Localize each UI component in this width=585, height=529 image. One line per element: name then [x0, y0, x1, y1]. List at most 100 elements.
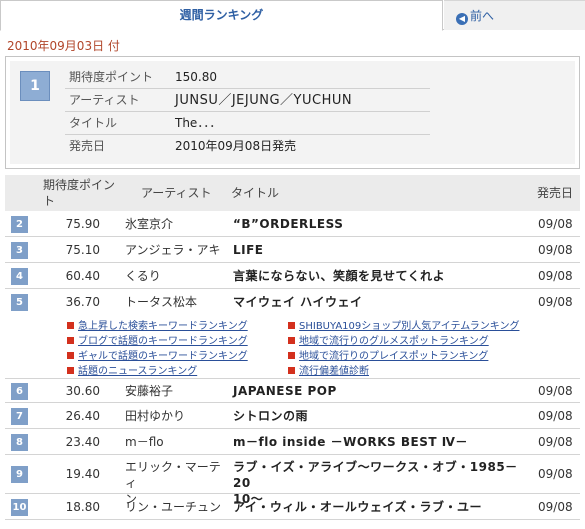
row-points: 19.40	[65, 467, 100, 481]
link-label: 急上昇した検索キーワードランキング	[78, 321, 248, 332]
row-artist[interactable]: トータス松本	[125, 290, 225, 315]
rank-number: 6	[11, 383, 28, 400]
table-row[interactable]: 7 26.40 田村ゆかり シトロンの雨 09/08	[5, 404, 580, 429]
feature-row-release: 発売日 2010年09月08日発売	[65, 135, 430, 158]
feature-row-artist: アーティスト JUNSU／JEJUNG／YUCHUN	[65, 89, 430, 112]
row-release: 09/08	[538, 467, 573, 481]
tab-weekly-ranking[interactable]: 週間ランキング	[0, 0, 443, 31]
link-label: 流行偏差値診断	[299, 366, 369, 377]
row-release: 09/08	[538, 243, 573, 257]
back-arrow-icon: ◀	[456, 13, 468, 25]
table-row[interactable]: 6 30.60 安藤裕子 JAPANESE POP 09/08	[5, 378, 580, 403]
row-artist[interactable]: くるり	[125, 264, 225, 289]
top-ranking-panel: 1 期待度ポイント 150.80 アーティスト JUNSU／JEJUNG／YUC…	[10, 61, 575, 164]
header-title: タイトル	[231, 186, 280, 200]
feature-value: 2010年09月08日発売	[175, 139, 297, 153]
bullet-icon	[288, 367, 295, 374]
row-release: 09/08	[538, 435, 573, 449]
row-title[interactable]: 言葉にならない、笑顔を見せてくれよ	[233, 264, 533, 289]
row-points: 26.40	[65, 409, 100, 423]
feature-row-title: タイトル The．．．	[65, 112, 430, 135]
row-release: 09/08	[538, 269, 573, 283]
bullet-icon	[288, 322, 295, 329]
table-row[interactable]: 10 18.80 リン・ユーチュン アイ・ウィル・オールウェイズ・ラブ・ユー 0…	[5, 495, 580, 520]
row-title[interactable]: m－flo inside －WORKS BEST Ⅳ－	[233, 430, 533, 455]
row-artist[interactable]: 田村ゆかり	[125, 404, 225, 429]
header-artist: アーティスト	[141, 186, 212, 200]
row-release: 09/08	[538, 384, 573, 398]
row-artist[interactable]: 氷室京介	[125, 212, 225, 237]
row-points: 23.40	[65, 435, 100, 449]
row-artist[interactable]: 安藤裕子	[125, 379, 225, 404]
rank-number: 7	[11, 408, 28, 425]
row-artist-line: エリック・マーティ	[125, 460, 221, 490]
rank-number: 3	[11, 242, 28, 259]
feature-value: The．．．	[175, 116, 222, 130]
bullet-icon	[67, 337, 74, 344]
tab-bar: 週間ランキング ◀ 前へ	[0, 0, 585, 31]
link-label: 地域で流行りのグルメスポットランキング	[299, 336, 489, 347]
row-points: 36.70	[65, 295, 100, 309]
table-row[interactable]: 8 23.40 m－flo m－flo inside －WORKS BEST Ⅳ…	[5, 430, 580, 455]
rank-number: 4	[11, 268, 28, 285]
bullet-icon	[288, 337, 295, 344]
rank-badge: 1	[20, 71, 50, 101]
row-release: 09/08	[538, 500, 573, 514]
header-points: 期待度ポイント	[43, 178, 116, 208]
row-title[interactable]: アイ・ウィル・オールウェイズ・ラブ・ユー	[233, 495, 533, 520]
link-trend-diagnosis[interactable]: 流行偏差値診断	[288, 362, 369, 377]
row-artist[interactable]: アンジェラ・アキ	[125, 238, 225, 263]
row-points: 30.60	[65, 384, 100, 398]
feature-row-points: 期待度ポイント 150.80	[65, 66, 430, 89]
link-gourmet-spot-ranking[interactable]: 地域で流行りのグルメスポットランキング	[288, 332, 489, 347]
table-row[interactable]: 9 19.40 エリック・マーティン ラブ・イズ・アライブ～ワークス・オブ・19…	[5, 456, 580, 506]
rank-number: 8	[11, 434, 28, 451]
rank-number: 10	[11, 499, 28, 516]
back-link[interactable]: ◀ 前へ	[444, 0, 585, 30]
rank-number: 9	[11, 466, 28, 483]
related-links: 急上昇した検索キーワードランキング SHIBUYA109ショップ別人気アイテムラ…	[0, 317, 575, 380]
top-ranking-card: 1 期待度ポイント 150.80 アーティスト JUNSU／JEJUNG／YUC…	[5, 56, 580, 169]
header-release: 発売日	[537, 186, 574, 200]
back-link-label: 前へ	[470, 9, 495, 23]
table-header: 期待度ポイント アーティスト タイトル 発売日	[5, 175, 580, 211]
row-points: 75.90	[65, 217, 100, 231]
link-label: ブログで話題のキーワードランキング	[78, 336, 248, 347]
rank-number: 2	[11, 216, 28, 233]
rank-number: 5	[11, 294, 28, 311]
row-title[interactable]: JAPANESE POP	[233, 379, 533, 404]
row-title[interactable]: “B”ORDERLESS	[233, 212, 533, 237]
feature-value: 150.80	[175, 70, 217, 84]
feature-label: アーティスト	[69, 93, 140, 107]
feature-label: タイトル	[69, 116, 118, 130]
row-release: 09/08	[538, 409, 573, 423]
link-search-keyword-ranking[interactable]: 急上昇した検索キーワードランキング	[67, 317, 248, 332]
link-label: 地域で流行りのプレイスポットランキング	[299, 351, 489, 362]
link-play-spot-ranking[interactable]: 地域で流行りのプレイスポットランキング	[288, 347, 488, 362]
table-row[interactable]: 2 75.90 氷室京介 “B”ORDERLESS 09/08	[5, 212, 580, 237]
feature-label: 発売日	[69, 139, 106, 153]
link-news-ranking[interactable]: 話題のニュースランキング	[67, 362, 197, 377]
ranking-date: 2010年09月03日 付	[7, 39, 120, 53]
link-gal-keyword-ranking[interactable]: ギャルで話題のキーワードランキング	[67, 347, 248, 362]
table-row[interactable]: 3 75.10 アンジェラ・アキ LIFE 09/08	[5, 238, 580, 263]
table-row[interactable]: 5 36.70 トータス松本 マイウェイ ハイウェイ 09/08	[5, 290, 580, 315]
row-title-line: ラブ・イズ・アライブ～ワークス・オブ・1985－20	[233, 460, 518, 490]
bullet-icon	[67, 367, 74, 374]
feature-label: 期待度ポイント	[69, 70, 154, 84]
table-row[interactable]: 4 60.40 くるり 言葉にならない、笑顔を見せてくれよ 09/08	[5, 264, 580, 289]
row-artist[interactable]: リン・ユーチュン	[125, 495, 225, 520]
row-title[interactable]: LIFE	[233, 238, 533, 263]
row-title[interactable]: シトロンの雨	[233, 404, 533, 429]
row-points: 75.10	[65, 243, 100, 257]
link-label: SHIBUYA109ショップ別人気アイテムランキング	[299, 321, 520, 332]
row-release: 09/08	[538, 217, 573, 231]
row-points: 60.40	[65, 269, 100, 283]
link-blog-keyword-ranking[interactable]: ブログで話題のキーワードランキング	[67, 332, 248, 347]
bullet-icon	[67, 352, 74, 359]
link-shibuya109-ranking[interactable]: SHIBUYA109ショップ別人気アイテムランキング	[288, 317, 519, 332]
row-title[interactable]: マイウェイ ハイウェイ	[233, 290, 533, 315]
bullet-icon	[288, 352, 295, 359]
row-points: 18.80	[65, 500, 100, 514]
row-artist[interactable]: m－flo	[125, 430, 225, 455]
